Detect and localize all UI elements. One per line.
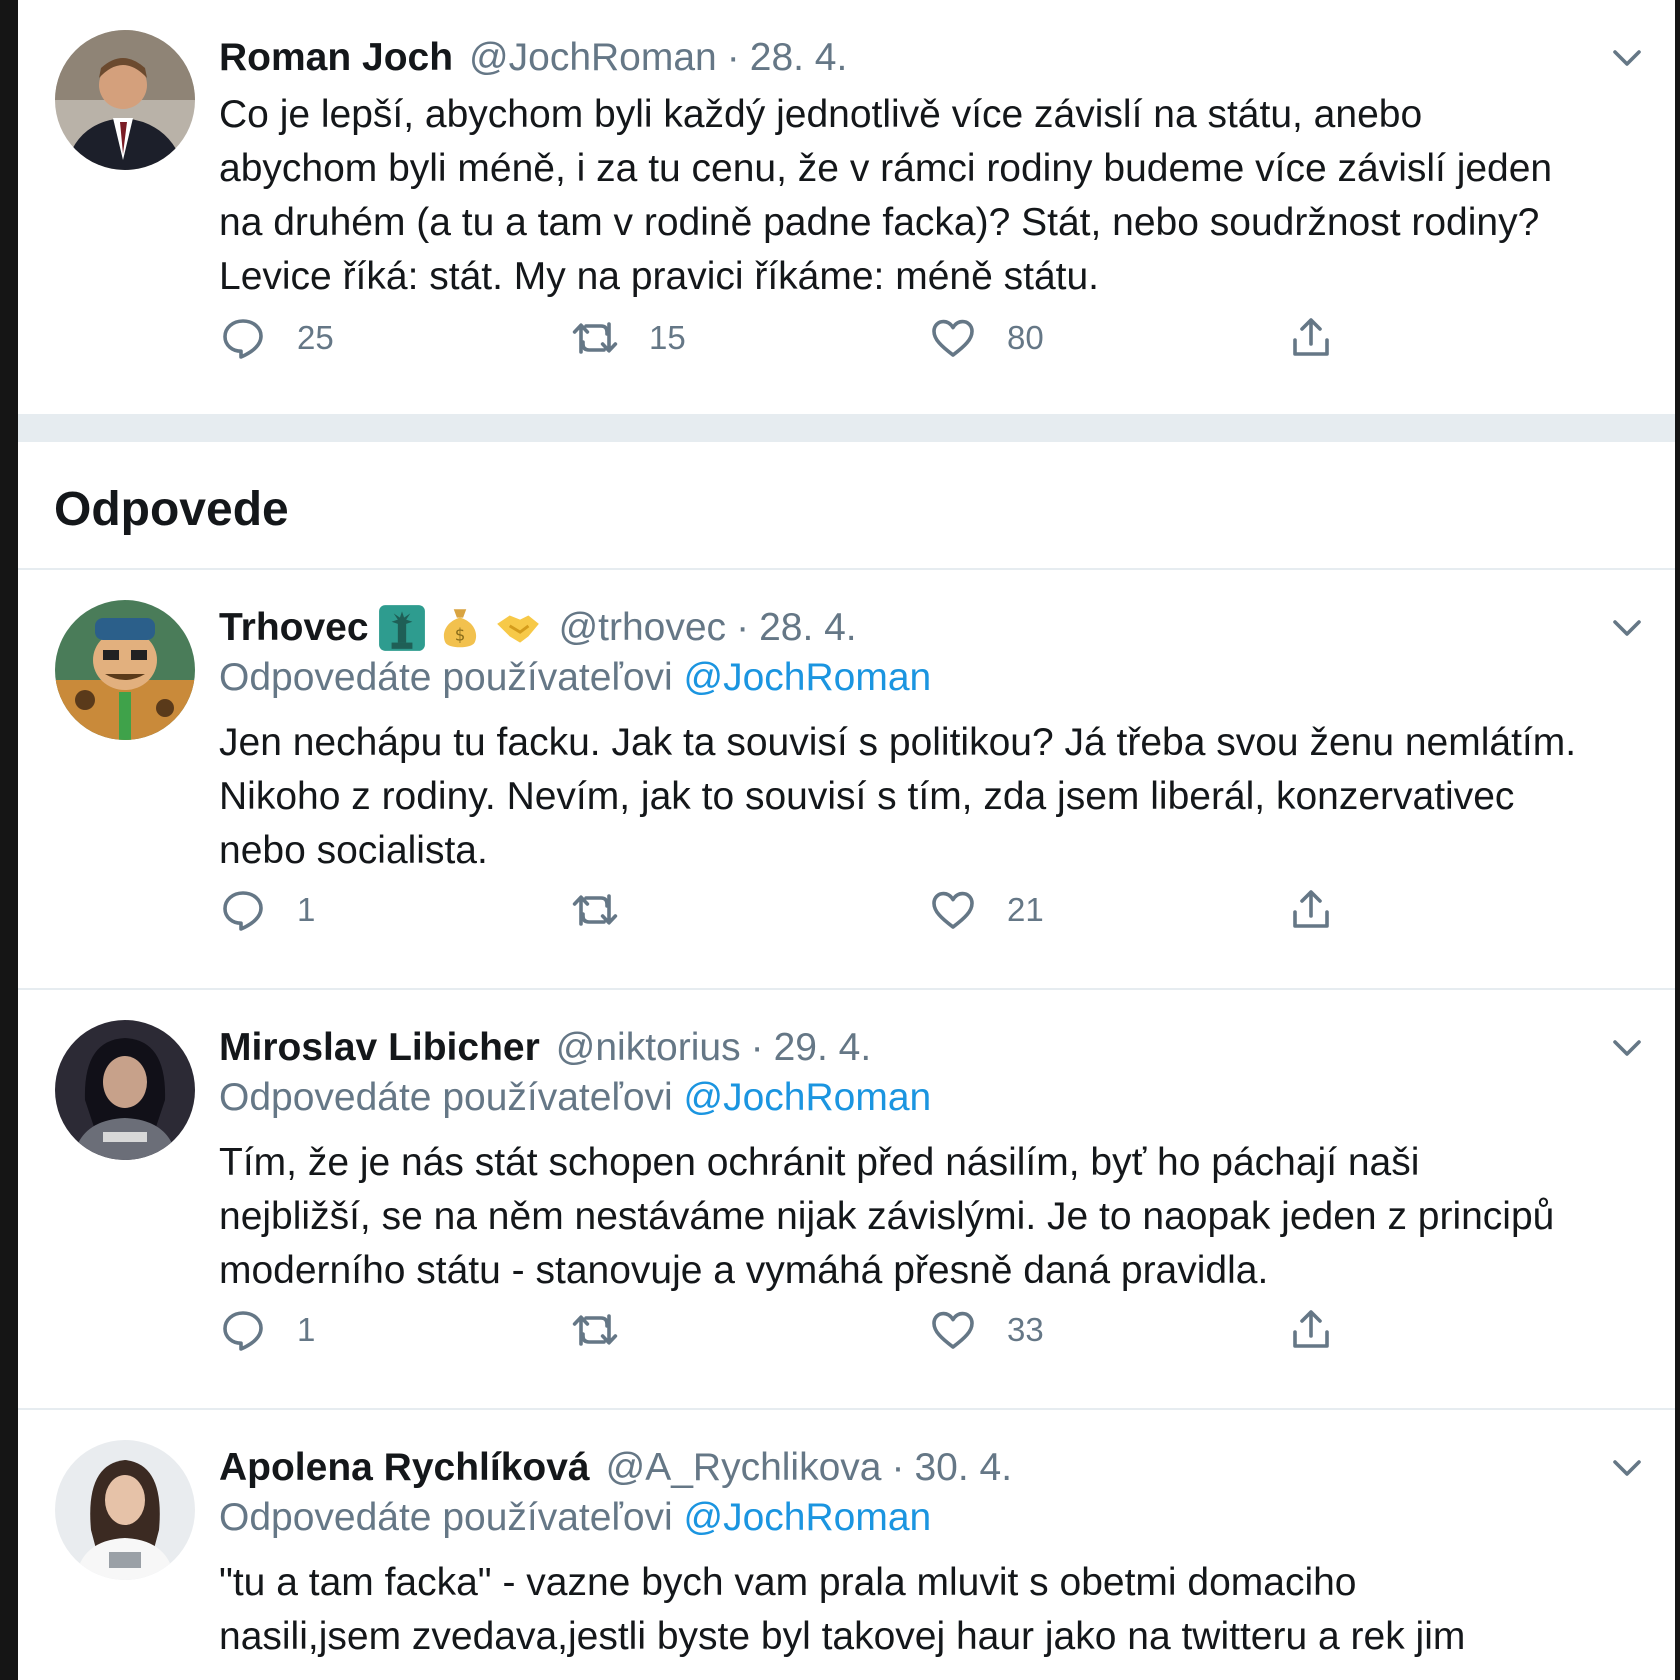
reply-icon xyxy=(223,319,263,359)
like-count: 33 xyxy=(1007,1311,1044,1348)
share-button[interactable] xyxy=(1287,310,1335,366)
chevron-down-icon[interactable] xyxy=(1609,610,1645,646)
retweet-button[interactable]: 15 xyxy=(571,310,686,366)
like-count: 21 xyxy=(1007,891,1044,928)
like-button[interactable]: 33 xyxy=(929,1302,1044,1358)
share-button[interactable] xyxy=(1287,882,1335,938)
retweet-count: 15 xyxy=(649,319,686,356)
like-button[interactable]: 21 xyxy=(929,882,1044,938)
replying-to: Odpovedáte používateľovi @JochRoman xyxy=(219,1076,931,1120)
avatar-image xyxy=(55,30,195,170)
retweet-button[interactable] xyxy=(571,1302,649,1358)
share-icon xyxy=(1293,318,1329,356)
reply-button[interactable]: 1 xyxy=(219,882,315,938)
handshake-emoji xyxy=(493,603,543,653)
separator-dot: · xyxy=(891,1446,905,1489)
tweet-actions: 1 33 xyxy=(219,1302,1459,1358)
share-icon xyxy=(1293,1310,1329,1348)
tweet-thread: Roman Joch @JochRoman · 28. 4. Co je lep… xyxy=(18,0,1675,1680)
replying-to-label: Odpovedáte používateľovi xyxy=(219,1496,673,1539)
tweet-text: Tím, že je nás stát schopen ochránit pře… xyxy=(219,1141,1555,1292)
replying-to-label: Odpovedáte používateľovi xyxy=(219,1076,673,1119)
author-name[interactable]: Trhovec xyxy=(219,606,369,650)
avatar[interactable] xyxy=(55,600,195,740)
retweet-icon xyxy=(572,894,618,926)
tweet-header: Roman Joch @JochRoman · 28. 4. xyxy=(219,30,847,86)
like-count: 80 xyxy=(1007,319,1044,356)
like-button[interactable]: 80 xyxy=(929,310,1044,366)
retweet-icon xyxy=(572,322,618,354)
reply-icon xyxy=(223,1311,263,1351)
tweet-header: Miroslav Libicher @niktorius · 29. 4. xyxy=(219,1020,871,1076)
heart-icon xyxy=(932,891,974,929)
reply-icon xyxy=(223,891,263,931)
mention-link[interactable]: @JochRoman xyxy=(684,1076,932,1119)
avatar-image xyxy=(55,600,195,740)
chevron-down-icon[interactable] xyxy=(1609,40,1645,76)
avatar-image xyxy=(55,1020,195,1160)
separator-dot: · xyxy=(726,36,740,79)
author-handle[interactable]: @A_Rychlikova xyxy=(606,1446,882,1490)
reply-count: 1 xyxy=(297,1311,316,1348)
tweet-date[interactable]: 30. 4. xyxy=(914,1446,1012,1490)
reply-count: 1 xyxy=(297,891,316,928)
replying-to: Odpovedáte používateľovi @JochRoman xyxy=(219,1496,931,1540)
share-icon xyxy=(1293,890,1329,928)
tweet-header: Trhovec $ @trhovec · 28. 4. xyxy=(219,600,857,656)
separator-dot: · xyxy=(736,606,750,649)
avatar[interactable] xyxy=(55,30,195,170)
heart-icon xyxy=(932,319,974,357)
tweet-date[interactable]: 28. 4. xyxy=(759,606,857,650)
heart-icon xyxy=(932,1311,974,1349)
reply-button[interactable]: 25 xyxy=(219,310,334,366)
tweet-actions: 25 15 80 xyxy=(219,310,1459,366)
tweet-date[interactable]: 29. 4. xyxy=(774,1026,872,1070)
tweet-text: "tu a tam facka" - vazne bych vam prala … xyxy=(219,1561,1466,1658)
reply-tweet[interactable]: Miroslav Libicher @niktorius · 29. 4. Od… xyxy=(18,990,1675,1408)
author-name[interactable]: Apolena Rychlíková xyxy=(219,1446,590,1490)
author-handle[interactable]: @JochRoman xyxy=(469,36,717,80)
tweet-text: Jen nechápu tu facku. Jak ta souvisí s p… xyxy=(219,721,1577,872)
tweet-date[interactable]: 28. 4. xyxy=(750,36,848,80)
retweet-icon xyxy=(572,1314,618,1346)
tweet-header: Apolena Rychlíková @A_Rychlikova · 30. 4… xyxy=(219,1440,1012,1496)
replying-to-label: Odpovedáte používateľovi xyxy=(219,656,673,699)
avatar[interactable] xyxy=(55,1440,195,1580)
mention-link[interactable]: @JochRoman xyxy=(684,1496,932,1539)
reply-tweet[interactable]: Trhovec $ @trhovec · 28. 4. Odpovedáte p… xyxy=(18,570,1675,988)
avatar-image xyxy=(55,1440,195,1580)
author-name[interactable]: Miroslav Libicher xyxy=(219,1026,540,1070)
reply-tweet[interactable]: Apolena Rychlíková @A_Rychlikova · 30. 4… xyxy=(18,1410,1675,1680)
avatar[interactable] xyxy=(55,1020,195,1160)
retweet-button[interactable] xyxy=(571,882,649,938)
svg-text:$: $ xyxy=(454,626,465,645)
separator-dot: · xyxy=(750,1026,764,1069)
reply-count: 25 xyxy=(297,319,334,356)
author-name[interactable]: Roman Joch xyxy=(219,36,453,80)
replies-heading: Odpovede xyxy=(54,483,289,536)
statue-of-liberty-emoji xyxy=(377,603,427,653)
replying-to: Odpovedáte používateľovi @JochRoman xyxy=(219,656,931,700)
money-bag-emoji: $ xyxy=(435,603,485,653)
chevron-down-icon[interactable] xyxy=(1609,1030,1645,1066)
author-handle[interactable]: @trhovec xyxy=(559,606,726,650)
section-divider xyxy=(18,414,1675,442)
chevron-down-icon[interactable] xyxy=(1609,1450,1645,1486)
reply-button[interactable]: 1 xyxy=(219,1302,315,1358)
author-handle[interactable]: @niktorius xyxy=(556,1026,741,1070)
tweet-text: Co je lepší, abychom byli každý jednotli… xyxy=(219,93,1553,298)
main-tweet[interactable]: Roman Joch @JochRoman · 28. 4. Co je lep… xyxy=(18,0,1675,414)
tweet-actions: 1 21 xyxy=(219,882,1459,938)
share-button[interactable] xyxy=(1287,1302,1335,1358)
mention-link[interactable]: @JochRoman xyxy=(684,656,932,699)
